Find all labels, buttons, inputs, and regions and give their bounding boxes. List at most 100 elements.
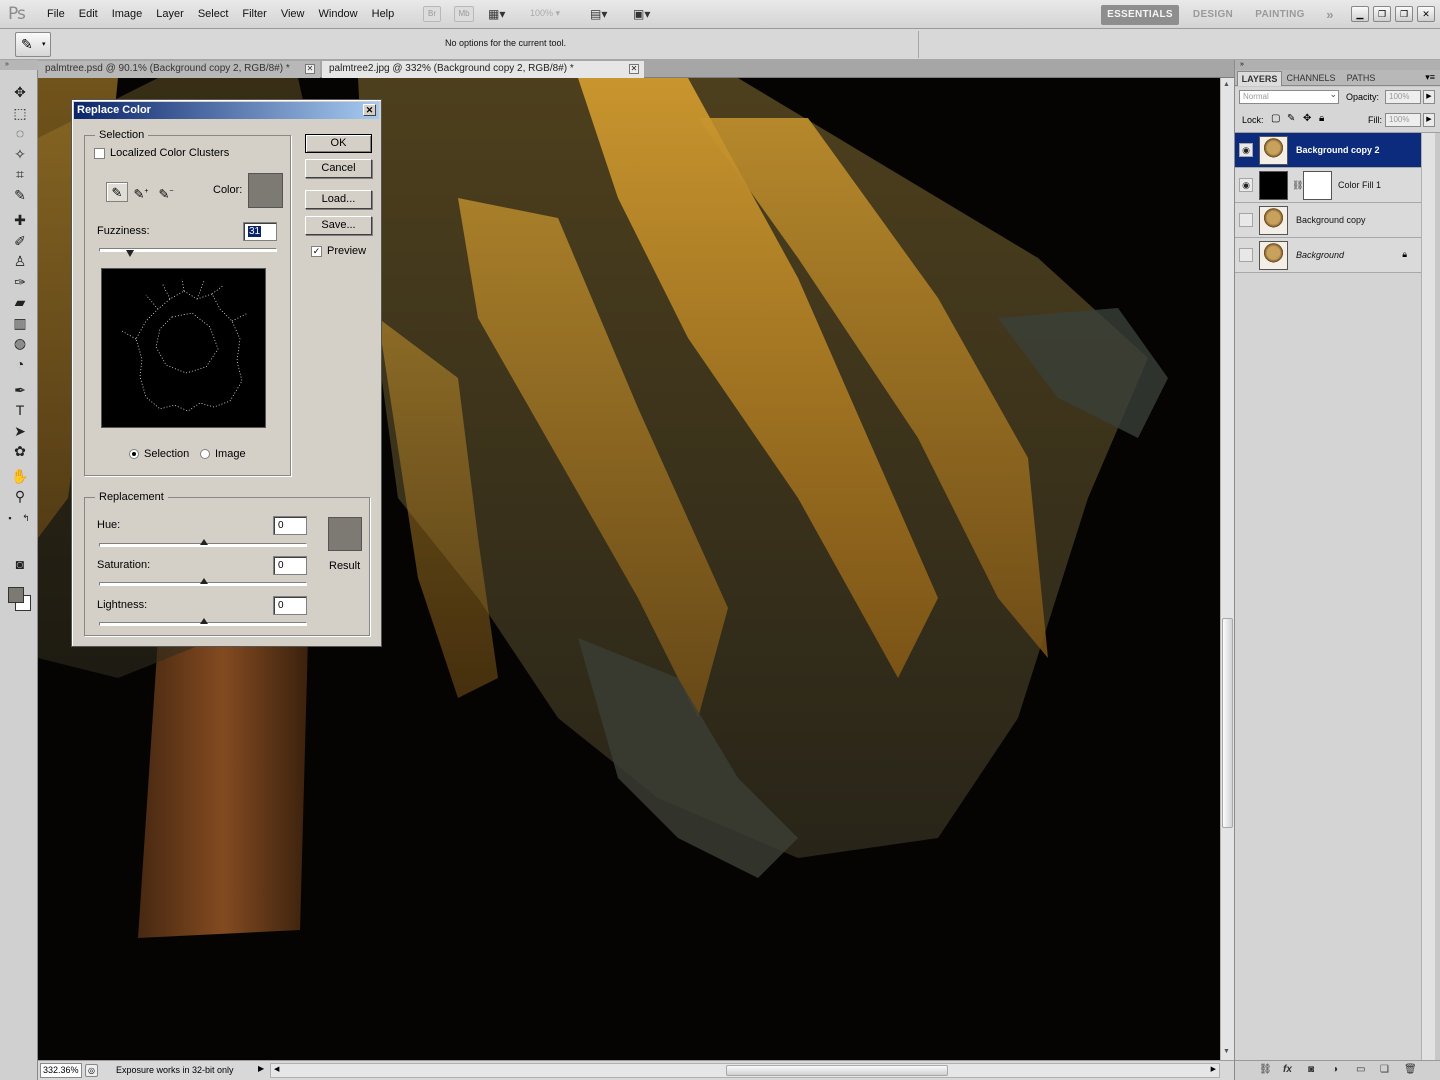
gradient-tool-icon[interactable]: ▥	[10, 313, 30, 333]
link-layers-icon[interactable]: ⛓︎	[1259, 1064, 1272, 1075]
canvas-horizontal-scroll-thumb[interactable]	[726, 1065, 948, 1076]
fuzziness-slider-track[interactable]	[99, 248, 277, 257]
marquee-tool-icon[interactable]: ⬚	[10, 103, 30, 123]
type-tool-icon[interactable]: T	[10, 400, 30, 420]
hue-slider-thumb[interactable]	[200, 539, 208, 545]
saturation-slider-thumb[interactable]	[200, 578, 208, 584]
opacity-arrow-icon[interactable]: ▶	[1423, 90, 1435, 104]
localized-clusters-checkbox[interactable]	[94, 148, 105, 159]
eyedropper-minus-icon[interactable]: ✎−	[155, 182, 177, 202]
eyedropper-plus-icon[interactable]: ✎+	[130, 182, 152, 202]
saturation-field[interactable]: 0	[273, 556, 307, 575]
blur-tool-icon[interactable]: ◍	[10, 333, 30, 353]
history-brush-tool-icon[interactable]: ✑	[10, 272, 30, 292]
close-tab-icon[interactable]: ✕	[305, 64, 315, 74]
pen-tool-icon[interactable]: ✒	[10, 380, 30, 400]
lasso-tool-icon[interactable]: ◌	[10, 123, 30, 143]
opacity-field[interactable]: 100%	[1385, 90, 1421, 104]
fuzziness-field[interactable]: 31	[243, 222, 277, 241]
shape-tool-icon[interactable]: ✿	[10, 441, 30, 461]
fill-arrow-icon[interactable]: ▶	[1423, 113, 1435, 127]
path-selection-tool-icon[interactable]: ➤	[10, 421, 30, 441]
hue-slider-track[interactable]	[99, 539, 307, 547]
close-tab-icon[interactable]: ✕	[629, 64, 639, 74]
visibility-toggle-empty[interactable]	[1239, 248, 1253, 262]
scroll-up-icon[interactable]: ▲	[1223, 81, 1230, 88]
zoom-percentage-field[interactable]: 332.36%	[40, 1063, 82, 1078]
layer-style-icon[interactable]: fx	[1283, 1064, 1292, 1075]
menu-help[interactable]: Help	[365, 8, 402, 20]
crop-tool-icon[interactable]: ⌗	[10, 164, 30, 184]
menu-edit[interactable]: Edit	[72, 8, 105, 20]
hand-tool-icon[interactable]: ✋	[10, 466, 30, 486]
lightness-slider-thumb[interactable]	[200, 618, 208, 624]
layer-row-background-copy-2[interactable]: ◉ Background copy 2	[1235, 133, 1421, 168]
lock-position-icon[interactable]: ✥	[1303, 113, 1311, 124]
brush-tool-icon[interactable]: ✐	[10, 231, 30, 251]
panel-menu-icon[interactable]: ▾≡	[1425, 72, 1435, 83]
restore-doc-icon[interactable]: ❐	[1395, 6, 1413, 22]
document-tab-palmtree-psd[interactable]: palmtree.psd @ 90.1% (Background copy 2,…	[38, 61, 320, 78]
lightness-field[interactable]: 0	[273, 596, 307, 615]
eyedropper-icon[interactable]: ✎	[106, 182, 128, 202]
result-swatch[interactable]	[328, 517, 362, 551]
restore-icon[interactable]: ❐	[1373, 6, 1391, 22]
tab-paths[interactable]: PATHS	[1341, 71, 1381, 86]
selection-radio[interactable]	[129, 449, 139, 459]
canvas-horizontal-scrollbar[interactable]: ◀ ▶	[270, 1063, 1220, 1078]
bridge-button[interactable]: Br	[423, 6, 441, 22]
lock-transparency-icon[interactable]: ▢	[1271, 113, 1280, 124]
canvas-vertical-scrollbar[interactable]: ▲ ▼	[1220, 78, 1234, 1060]
eyedropper-tool-icon[interactable]: ✎	[10, 185, 30, 205]
status-menu-arrow-icon[interactable]: ▶	[258, 1064, 264, 1073]
mini-bridge-button[interactable]: Mb	[454, 6, 474, 22]
new-layer-icon[interactable]: ❏	[1380, 1064, 1389, 1075]
default-colors-icon[interactable]: ▪	[4, 508, 16, 528]
menu-file[interactable]: File	[40, 8, 72, 20]
workspace-design[interactable]: DESIGN	[1186, 5, 1240, 25]
foreground-color-swatch[interactable]	[8, 587, 24, 603]
panel-collapse-grip[interactable]: »	[1235, 60, 1440, 70]
lightness-slider-track[interactable]	[99, 618, 307, 626]
layer-row-color-fill-1[interactable]: ◉ ⛓︎ Color Fill 1	[1235, 168, 1421, 203]
workspace-essentials[interactable]: ESSENTIALS	[1101, 5, 1179, 25]
healing-brush-tool-icon[interactable]: ✚	[10, 210, 30, 230]
lock-pixels-icon[interactable]: ✎	[1287, 113, 1295, 124]
preview-checkbox[interactable]: ✓	[311, 246, 322, 257]
arrange-documents-icon[interactable]: ▤▾	[590, 7, 607, 21]
new-group-icon[interactable]: ▭	[1356, 1064, 1365, 1075]
layers-scrollbar[interactable]	[1421, 133, 1435, 1060]
save-button[interactable]: Save...	[305, 216, 372, 235]
zoom-level-combo[interactable]: 100% ▾	[530, 8, 574, 19]
clone-stamp-tool-icon[interactable]: ♙	[10, 251, 30, 271]
dialog-close-icon[interactable]: ✕	[363, 104, 376, 116]
workspace-more-icon[interactable]: »	[1320, 5, 1340, 25]
saturation-slider-track[interactable]	[99, 578, 307, 586]
canvas-vertical-scroll-thumb[interactable]	[1222, 618, 1233, 828]
add-mask-icon[interactable]: ◙	[1308, 1064, 1314, 1075]
screen-mode-icon[interactable]: ▣▾	[633, 7, 650, 21]
view-extras-icon[interactable]: ▦▾	[488, 7, 505, 21]
zoom-tool-icon[interactable]: ⚲	[10, 486, 30, 506]
minimize-icon[interactable]: ▁	[1351, 6, 1369, 22]
quick-select-tool-icon[interactable]: ✧	[10, 144, 30, 164]
layer-row-background-copy[interactable]: Background copy	[1235, 203, 1421, 238]
layer-row-background[interactable]: Background 🔒︎	[1235, 238, 1421, 273]
menu-layer[interactable]: Layer	[149, 8, 191, 20]
swap-colors-icon[interactable]: ↰	[20, 508, 32, 528]
workspace-painting[interactable]: PAINTING	[1246, 5, 1314, 25]
dialog-title-bar[interactable]: Replace Color ✕	[74, 102, 379, 119]
adjustment-layer-icon[interactable]: ◑	[1332, 1064, 1338, 1075]
visibility-eye-icon[interactable]: ◉	[1239, 178, 1253, 192]
menu-image[interactable]: Image	[105, 8, 150, 20]
image-radio[interactable]	[200, 449, 210, 459]
menu-select[interactable]: Select	[191, 8, 236, 20]
ok-button[interactable]: OK	[305, 134, 372, 153]
scroll-down-icon[interactable]: ▼	[1223, 1048, 1230, 1055]
fill-field[interactable]: 100%	[1385, 113, 1421, 127]
hue-field[interactable]: 0	[273, 516, 307, 535]
menu-filter[interactable]: Filter	[235, 8, 273, 20]
quick-mask-icon[interactable]: ◙	[10, 554, 30, 574]
lock-all-icon[interactable]: 🔒︎	[1319, 113, 1324, 124]
visibility-toggle-empty[interactable]	[1239, 213, 1253, 227]
